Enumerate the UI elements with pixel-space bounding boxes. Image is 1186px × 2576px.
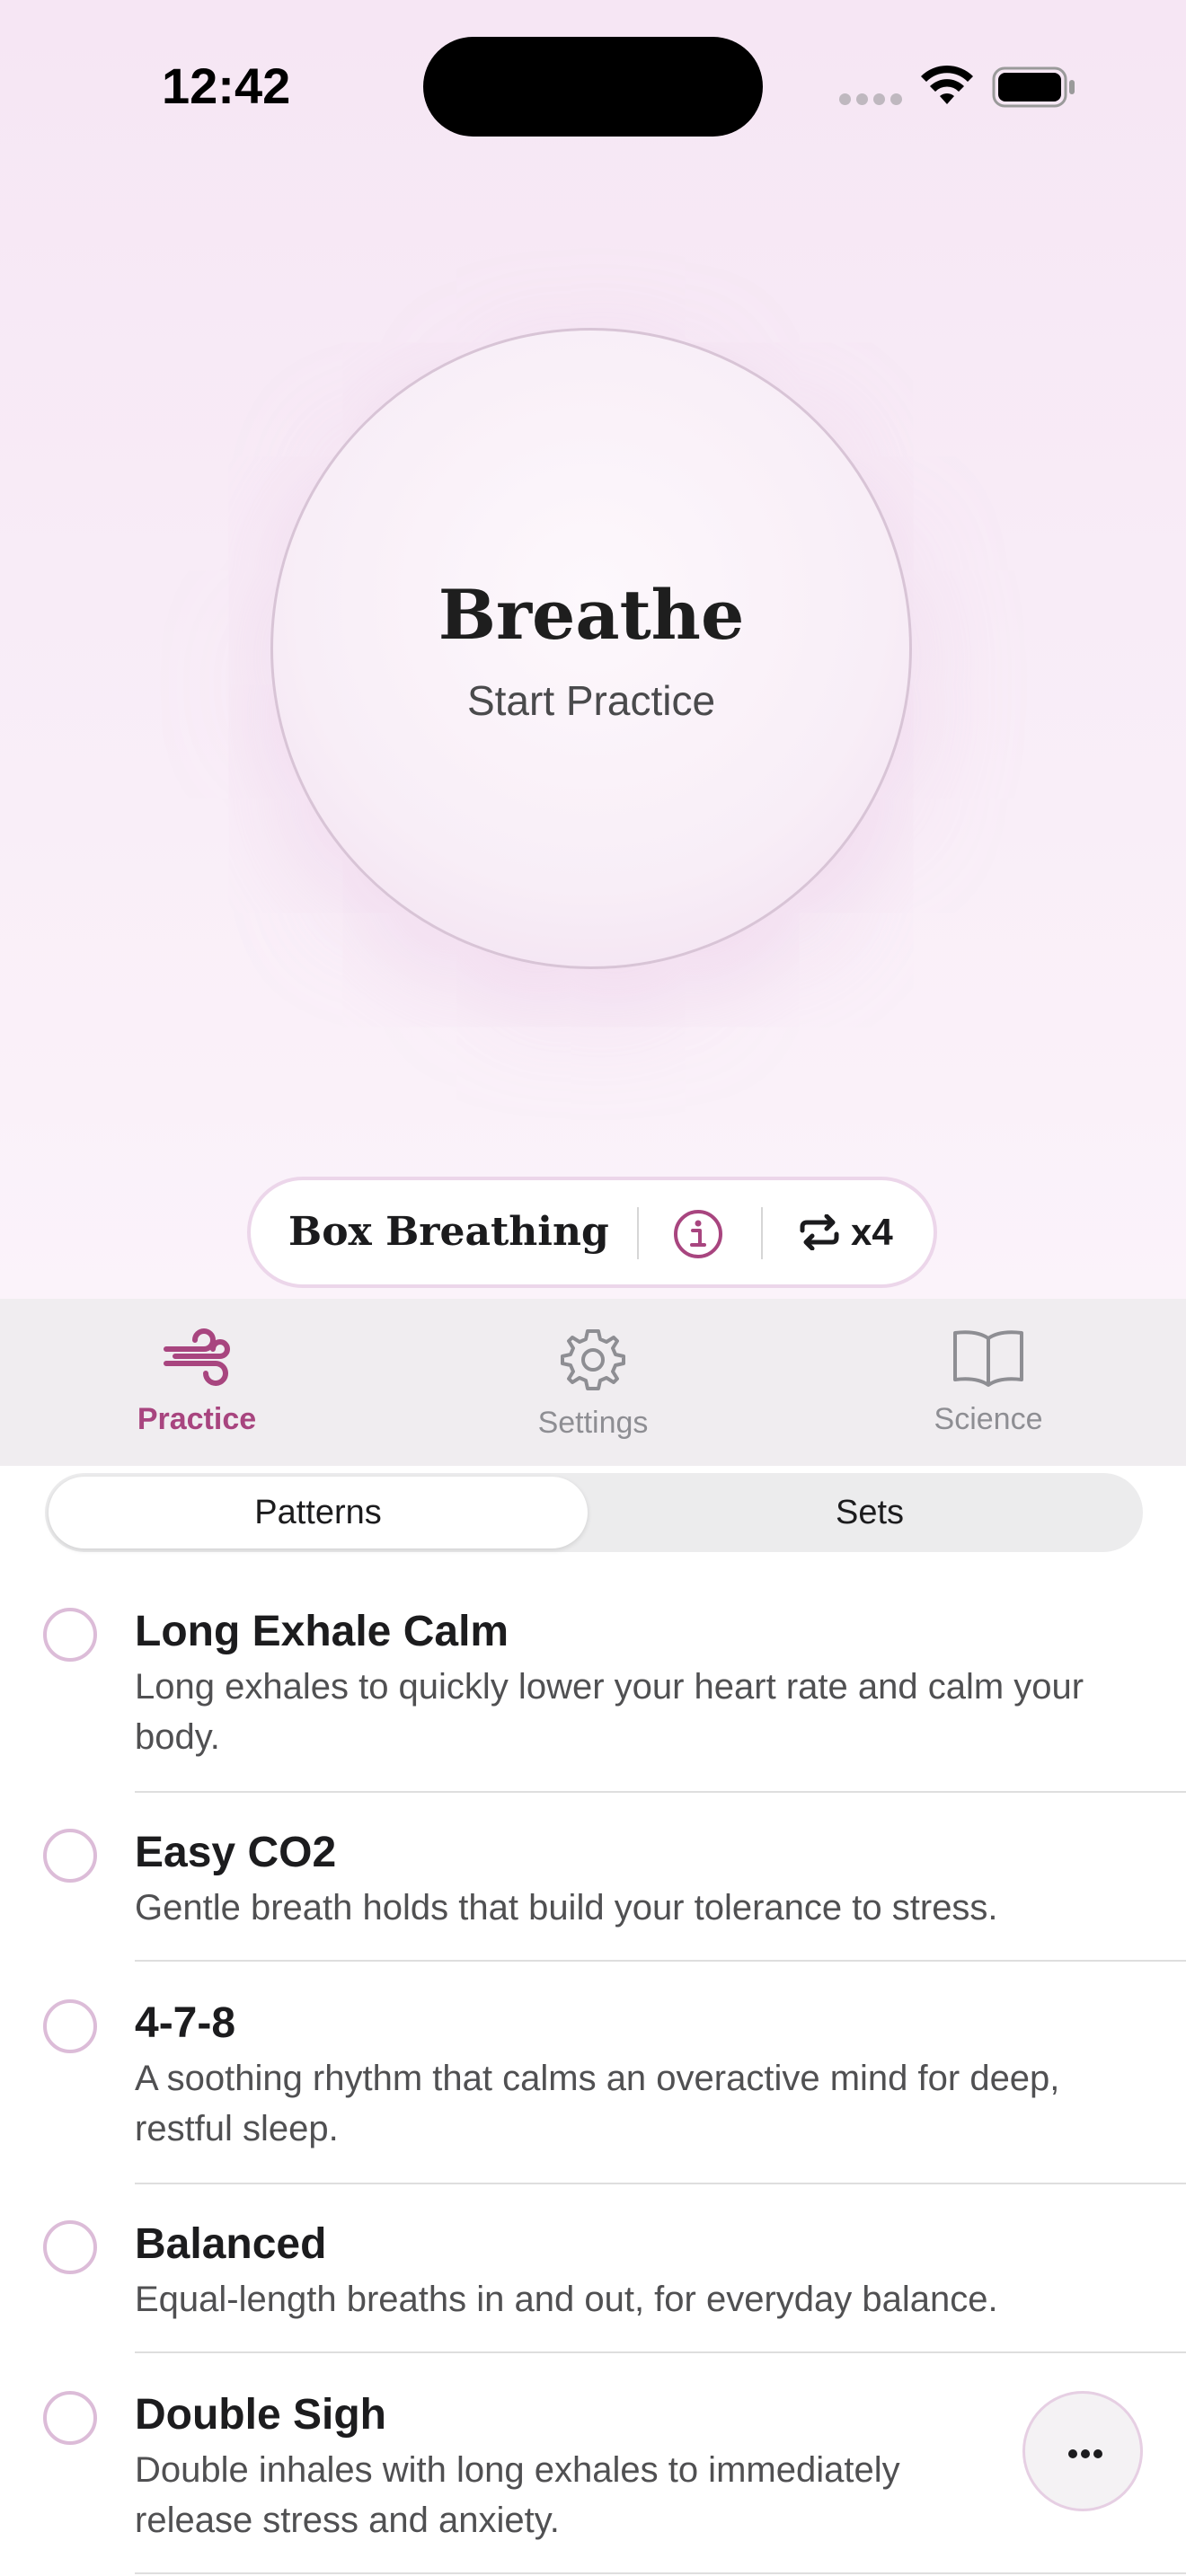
- pattern-title: Double Sigh: [135, 2391, 386, 2439]
- pattern-description: A soothing rhythm that calms an overacti…: [135, 2059, 1060, 2148]
- list-item[interactable]: Long Exhale Calm Long exhales to quickly…: [0, 1597, 1186, 1793]
- list-separator: [135, 2183, 1186, 2184]
- list-item[interactable]: Balanced Equal-length breaths in and out…: [0, 2210, 1186, 2353]
- book-icon: [953, 1330, 1023, 1387]
- pill-divider: [637, 1207, 639, 1259]
- pattern-title: 4-7-8: [135, 1999, 236, 2047]
- tab-practice-label: Practice: [137, 1402, 257, 1436]
- tab-bar: Practice Settings Science: [0, 1299, 1186, 1466]
- pill-divider: [761, 1207, 763, 1259]
- list-separator: [135, 2351, 1186, 2353]
- tab-practice[interactable]: Practice: [89, 1299, 305, 1466]
- start-practice-label: Start Practice: [466, 677, 716, 724]
- tab-science[interactable]: Science: [881, 1299, 1096, 1466]
- list-item[interactable]: Double Sigh Double inhales with long exh…: [0, 2380, 1186, 2576]
- gear-icon: [561, 1329, 625, 1390]
- pattern-title: Balanced: [135, 2220, 327, 2268]
- repeat-count-button[interactable]: x4: [799, 1180, 916, 1284]
- pattern-description: Gentle breath holds that build your tole…: [135, 1888, 998, 1928]
- more-options-button[interactable]: [1022, 2391, 1143, 2511]
- repeat-icon: [800, 1214, 839, 1250]
- tab-settings-label: Settings: [537, 1406, 649, 1440]
- radio-button[interactable]: [43, 2220, 97, 2274]
- repeat-count: x4: [851, 1211, 893, 1253]
- battery-icon: [992, 66, 1075, 108]
- radio-button[interactable]: [43, 1999, 97, 2053]
- selected-pattern-pill[interactable]: Box Breathing x4: [247, 1177, 937, 1288]
- radio-button[interactable]: [43, 1608, 97, 1662]
- list-separator: [135, 2572, 1186, 2574]
- pattern-description: Double inhales with long exhales to imme…: [135, 2450, 900, 2540]
- list-item[interactable]: 4-7-8 A soothing rhythm that calms an ov…: [0, 1989, 1186, 2184]
- pattern-description: Equal-length breaths in and out, for eve…: [135, 2280, 998, 2319]
- wind-icon: [164, 1328, 230, 1386]
- pattern-title: Long Exhale Calm: [135, 1608, 509, 1655]
- pattern-title: Easy CO2: [135, 1829, 337, 1876]
- start-practice-button[interactable]: Breathe Start Practice: [270, 328, 912, 969]
- patterns-sets-segmented-control: Patterns Sets: [45, 1473, 1143, 1552]
- segment-patterns[interactable]: Patterns: [49, 1473, 588, 1552]
- info-icon[interactable]: [673, 1209, 723, 1259]
- tab-settings[interactable]: Settings: [485, 1299, 701, 1466]
- status-time: 12:42: [162, 57, 291, 114]
- radio-button[interactable]: [43, 1829, 97, 1883]
- cellular-icon: [839, 93, 902, 106]
- tab-science-label: Science: [934, 1402, 1043, 1436]
- dynamic-island: [423, 37, 763, 137]
- wifi-icon: [921, 65, 973, 104]
- segment-sets[interactable]: Sets: [600, 1473, 1139, 1552]
- list-item[interactable]: Easy CO2 Gentle breath holds that build …: [0, 1818, 1186, 1962]
- breathe-title: Breathe: [438, 575, 745, 655]
- radio-button[interactable]: [43, 2391, 97, 2445]
- list-separator: [135, 1960, 1186, 1962]
- pattern-description: Long exhales to quickly lower your heart…: [135, 1667, 1084, 1757]
- list-separator: [135, 1791, 1186, 1793]
- selected-pattern-name: Box Breathing: [288, 1209, 609, 1255]
